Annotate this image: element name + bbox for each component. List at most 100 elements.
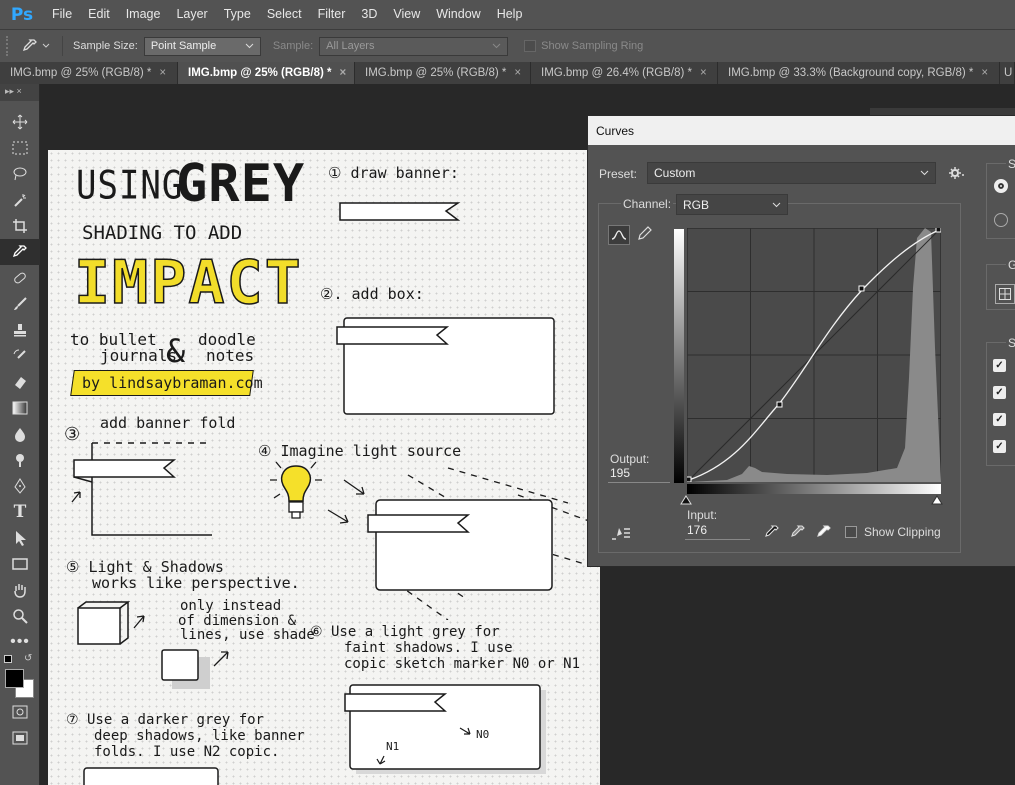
doc-tab-3[interactable]: IMG.bmp @ 25% (RGB/8) * × (355, 62, 531, 84)
menu-edit[interactable]: Edit (80, 0, 118, 29)
move-tool-icon[interactable] (0, 109, 40, 135)
quick-mask-icon[interactable] (0, 699, 40, 725)
side-checkbox-1[interactable]: ✓ (993, 359, 1006, 372)
channel-label: Channel: (621, 197, 674, 211)
side-group-label-3: S (1006, 336, 1015, 350)
eyedropper-preset-icon[interactable] (22, 38, 52, 54)
menu-file[interactable]: File (44, 0, 80, 29)
hand-tool-icon[interactable] (0, 577, 40, 603)
black-point-slider[interactable] (680, 495, 692, 505)
tools-panel-header[interactable]: ▸▸ × (0, 84, 39, 101)
menu-select[interactable]: Select (259, 0, 310, 29)
blur-tool-icon[interactable] (0, 421, 40, 447)
gear-icon[interactable] (948, 165, 966, 181)
chevron-down-icon (245, 43, 254, 49)
quick-selection-tool-icon[interactable] (0, 187, 40, 213)
white-point-slider[interactable] (931, 495, 943, 505)
eraser-tool-icon[interactable] (0, 369, 40, 395)
zoom-tool-icon[interactable] (0, 603, 40, 629)
doc-tab-5-label: IMG.bmp @ 33.3% (Background copy, RGB/8)… (728, 67, 974, 79)
rectangle-tool-icon[interactable] (0, 551, 40, 577)
doc-tab-5[interactable]: IMG.bmp @ 33.3% (Background copy, RGB/8)… (718, 62, 1000, 84)
sample-label: Sample: (272, 40, 314, 52)
show-clipping-checkbox[interactable] (845, 526, 857, 538)
menu-help[interactable]: Help (489, 0, 531, 29)
foreground-color-swatch[interactable] (5, 669, 24, 688)
output-gradient-bar (674, 229, 684, 483)
step-7-line-3: folds. I use N2 copic. (94, 744, 280, 760)
swap-colors-icon[interactable]: ↺ (24, 653, 32, 664)
default-colors-icon[interactable] (4, 655, 12, 663)
crop-tool-icon[interactable] (0, 213, 40, 239)
color-swatches: ↺ (0, 653, 39, 699)
dodge-tool-icon[interactable] (0, 447, 40, 473)
menu-type[interactable]: Type (216, 0, 259, 29)
output-field[interactable]: 195 (608, 466, 670, 483)
channel-select[interactable]: RGB (676, 194, 788, 215)
side-group-label-1: S (1006, 157, 1015, 171)
radio-on[interactable] (994, 179, 1008, 193)
type-tool-icon[interactable]: T (0, 499, 40, 525)
menu-filter[interactable]: Filter (310, 0, 354, 29)
black-eyedropper-icon[interactable] (764, 524, 780, 542)
step-6-line-2: faint shadows. I use (344, 640, 513, 656)
curves-title: Curves (588, 116, 1015, 145)
menu-image[interactable]: Image (118, 0, 169, 29)
pen-tool-icon[interactable] (0, 473, 40, 499)
close-icon[interactable]: × (981, 67, 988, 79)
radio-off[interactable] (994, 213, 1008, 227)
curves-graph[interactable] (687, 228, 941, 482)
menu-layer[interactable]: Layer (168, 0, 215, 29)
pencil-icon[interactable] (636, 226, 652, 242)
cube-drawing-5 (77, 601, 229, 689)
close-icon[interactable]: × (514, 67, 521, 79)
marquee-tool-icon[interactable] (0, 135, 40, 161)
options-grip (6, 36, 14, 56)
menu-3d[interactable]: 3D (353, 0, 385, 29)
subtitle-notes: notes (206, 346, 255, 365)
sample-value: All Layers (326, 40, 375, 52)
close-icon[interactable]: × (339, 67, 346, 79)
preset-select[interactable]: Custom (647, 162, 936, 184)
close-icon[interactable]: × (159, 67, 166, 79)
box-shadow-drawing-6 (344, 684, 546, 774)
target-adjustment-icon[interactable] (610, 525, 632, 543)
box-drawing-7 (83, 767, 219, 785)
doc-tab-1-label: IMG.bmp @ 25% (RGB/8) * (10, 67, 152, 79)
lasso-tool-icon[interactable] (0, 161, 40, 187)
curve-mode-button[interactable] (608, 225, 630, 245)
doc-tab-2[interactable]: IMG.bmp @ 25% (RGB/8) * × (178, 62, 355, 84)
menu-view[interactable]: View (385, 0, 428, 29)
doc-tab-1[interactable]: IMG.bmp @ 25% (RGB/8) * × (0, 62, 178, 84)
grid-toggle-icon[interactable] (995, 284, 1015, 304)
document-canvas[interactable]: USING GREY SHADING TO ADD IMPACT to bull… (48, 150, 600, 785)
output-label: Output: (610, 452, 650, 466)
sample-size-select[interactable]: Point Sample (143, 36, 261, 56)
tools-panel: ▸▸ × T ••• ↺ (0, 84, 40, 785)
gradient-tool-icon[interactable] (0, 395, 40, 421)
clone-stamp-tool-icon[interactable] (0, 317, 40, 343)
sample-select[interactable]: All Layers (319, 36, 509, 56)
path-selection-tool-icon[interactable] (0, 525, 40, 551)
side-checkbox-2[interactable]: ✓ (993, 386, 1006, 399)
menu-window[interactable]: Window (428, 0, 488, 29)
doc-tab-4[interactable]: IMG.bmp @ 26.4% (RGB/8) * × (531, 62, 718, 84)
brush-tool-icon[interactable] (0, 291, 40, 317)
input-field[interactable]: 176 (685, 523, 750, 540)
gray-eyedropper-icon[interactable] (790, 524, 806, 542)
input-gradient-bar (687, 484, 941, 494)
doc-tab-overflow[interactable]: U (1000, 62, 1015, 84)
title-grey: GREY (176, 154, 306, 214)
healing-brush-tool-icon[interactable] (0, 265, 40, 291)
white-eyedropper-icon[interactable] (816, 524, 832, 542)
more-tools-icon[interactable]: ••• (0, 629, 40, 655)
photoshop-logo[interactable]: Ps (0, 0, 44, 29)
eyedropper-tool-icon[interactable] (0, 239, 40, 265)
close-icon[interactable]: × (700, 67, 707, 79)
show-ring-checkbox[interactable] (524, 40, 537, 52)
history-brush-tool-icon[interactable] (0, 343, 40, 369)
side-checkbox-3[interactable]: ✓ (993, 413, 1006, 426)
side-checkbox-4[interactable]: ✓ (993, 440, 1006, 453)
screen-mode-icon[interactable] (0, 725, 40, 751)
chevron-down-icon (920, 170, 929, 176)
